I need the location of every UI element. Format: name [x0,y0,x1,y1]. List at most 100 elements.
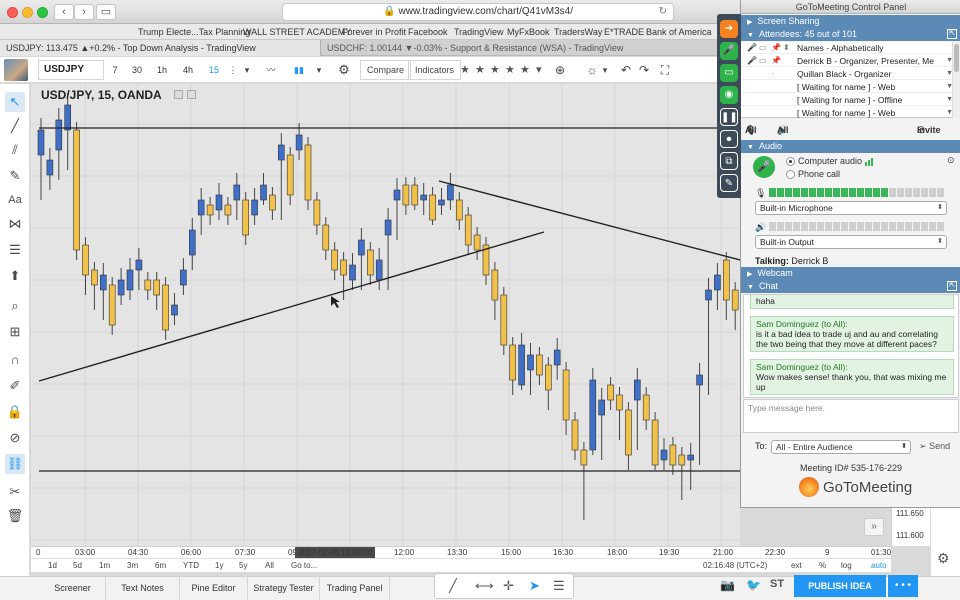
section-screen-sharing[interactable]: ▶ Screen Sharing [741,15,960,28]
undo-icon[interactable]: ↶ [618,60,634,80]
more-timeframes-icon[interactable]: ⋮ [228,60,238,80]
star-icon[interactable]: ★ [490,63,500,76]
pitchfork-icon[interactable]: ⫽ [5,140,25,160]
trendline-icon[interactable]: ╱ [5,116,25,136]
settings-gear-icon[interactable]: ⚙ [937,550,950,567]
gear-icon[interactable]: ⚙ [334,60,354,80]
publish-idea-button[interactable]: PUBLISH IDEA [794,575,886,597]
tab-usdchf[interactable]: USDCHF: 1.00144 ▼-0.03% - Support & Resi… [320,40,740,56]
tab-trading-panel[interactable]: Trading Panel [320,577,390,600]
avatar[interactable] [4,59,28,81]
hide-panel-arrow-icon[interactable]: ➔ [720,20,738,38]
chevron-down-icon[interactable]: ▾ [600,60,610,80]
output-select[interactable]: Built-in Output ⬍ [755,235,947,249]
symbol-search-input[interactable]: USDJPY [38,60,104,80]
legend-toggle[interactable] [187,90,196,99]
text-icon[interactable]: Aa [5,190,25,210]
range-all[interactable]: All [265,559,274,573]
trendline-icon[interactable]: ╱ [449,578,457,594]
bookmark[interactable]: TradersWay [554,24,602,40]
link-icon[interactable]: ⛓ [5,454,25,474]
chat-input[interactable]: Type message here. [743,399,959,433]
pause-icon[interactable]: ❚❚ [720,108,738,126]
section-audio[interactable]: ▼ Audio [741,140,960,153]
computer-audio-radio[interactable] [786,157,795,166]
mic-icon[interactable]: 🎤 [720,42,738,60]
remove-tools-icon[interactable]: ✂ [5,482,25,502]
show-screen-icon[interactable]: ⧉ [720,152,738,170]
brush-icon[interactable]: ✎ [5,166,25,186]
webcam-icon[interactable]: ◉ [720,86,738,104]
attendee-scrollbar[interactable] [952,42,960,118]
bookmark[interactable]: TradingView [454,24,504,40]
bookmark[interactable]: MyFxBook [507,24,550,40]
audio-options-icon[interactable]: ⊙ [947,155,955,166]
range-ytd[interactable]: YTD [183,559,199,573]
list-item[interactable]: [ Waiting for name ] - Web ▼ [741,81,953,93]
range-6m[interactable]: 6m [155,559,166,573]
tab-usdjpy[interactable]: USDJPY: 113.475 ▲+0.2% - Top Down Analys… [0,40,320,56]
tab-strategy-tester[interactable]: Strategy Tester [248,577,320,600]
legend-toggle[interactable] [174,90,183,99]
goto-date-button[interactable]: Go to... [291,559,317,573]
stocktwits-icon[interactable]: ST [770,578,784,590]
redo-icon[interactable]: ↷ [636,60,652,80]
star-icon[interactable]: ★ [505,63,515,76]
popout-icon[interactable]: ⇱ [947,29,957,39]
phone-call-radio[interactable] [786,170,795,179]
reload-icon[interactable]: ↻ [659,4,667,20]
list-item[interactable]: [ Waiting for name ] - Offline ▼ [741,94,953,106]
chart-style-candles-icon[interactable]: ▮▮ [288,60,310,80]
send-button[interactable]: ➢ Send [919,441,950,452]
list-item[interactable]: [ Waiting for name ] - Web ▼ [741,107,953,119]
scale-auto[interactable]: auto [871,559,887,573]
chat-log[interactable]: haha Sam Dominguez (to All): is it a bad … [743,294,959,398]
horizontal-ray-icon[interactable]: ⟷ [475,578,494,594]
bookmark[interactable]: Facebook [408,24,448,40]
tab-screener[interactable]: Screener [40,577,106,600]
lock-icon[interactable]: 🔒 [5,402,25,422]
pencil-lock-icon[interactable]: ✐ [5,376,25,396]
screen-share-icon[interactable]: ▭ [720,64,738,82]
list-item[interactable]: 🎤 ▭ 📌 Derrick B - Organizer, Presenter, Me ▼ [741,55,953,67]
star-icon[interactable]: ★ [520,63,530,76]
bookmark[interactable]: E*TRADE [604,24,644,40]
compare-button[interactable]: Compare [360,60,412,80]
range-1y[interactable]: 1y [215,559,223,573]
chevron-down-icon[interactable]: ▾ [536,63,542,76]
star-icon[interactable]: ★ [475,63,485,76]
hide-eye-icon[interactable]: ⊘ [5,428,25,448]
camera-icon[interactable]: 📷 [720,578,735,592]
list-item[interactable]: · Quillan Black - Organizer ▼ [741,68,953,80]
timeframe-4h[interactable]: 4h [178,60,198,80]
range-1d[interactable]: 1d [48,559,57,573]
scale-percent[interactable]: % [819,559,826,573]
measure-icon[interactable]: ⊞ [5,322,25,342]
star-icon[interactable]: ★ [460,63,470,76]
recipient-select[interactable]: All - Entire Audience ⬍ [771,440,911,454]
chart-style-line-icon[interactable]: 〰 [258,60,284,80]
section-chat[interactable]: ▼ Chat ⇱ [741,280,960,293]
window-close-button[interactable] [7,7,18,18]
timeframe-7[interactable]: 7 [108,60,122,80]
sidebar-toggle-icon[interactable]: ▭ [96,4,116,20]
list-header[interactable]: 🎤 ▭ 📌 ⬍ Names - Alphabetically [741,42,953,54]
url-bar[interactable]: 🔒 www.tradingview.com/chart/Q41vM3s4/ ↻ [282,3,674,21]
bookmark[interactable]: Bank of America [646,24,712,40]
chevron-down-icon[interactable]: ▾ [314,60,324,80]
timeframe-1h[interactable]: 1h [152,60,172,80]
tab-text-notes[interactable]: Text Notes [106,577,180,600]
attendee-list[interactable]: 🎤 ▭ 📌 ⬍ Names - Alphabetically 🎤 ▭ 📌 Derrick B … [741,42,960,119]
bookmark[interactable]: Trump Electe...Tax Planning [138,24,250,40]
magnet-icon[interactable]: ∩ [5,350,25,370]
range-5d[interactable]: 5d [73,559,82,573]
scale-ext[interactable]: ext [791,559,802,573]
bookmark[interactable]: WALL STREET ACADEMY [243,24,351,40]
microphone-select[interactable]: Built-in Microphone ⬍ [755,201,947,215]
forward-button[interactable]: › [74,4,94,20]
chevron-down-icon[interactable]: ▾ [242,60,252,80]
range-1m[interactable]: 1m [99,559,110,573]
back-button[interactable]: ‹ [54,4,74,20]
publish-options-button[interactable]: • • • [888,575,918,597]
trash-icon[interactable]: 🗑 [5,506,25,526]
